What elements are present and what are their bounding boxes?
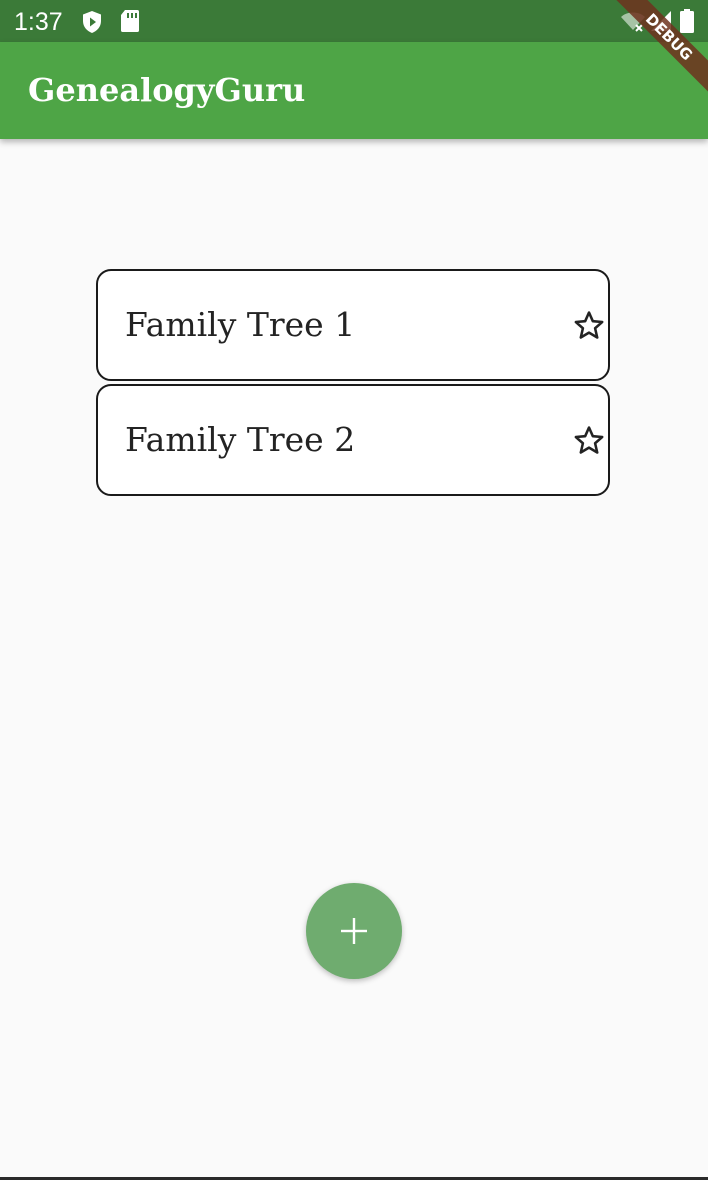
status-time: 1:37 — [14, 8, 63, 36]
wifi-off-icon — [620, 10, 646, 36]
family-tree-name: Family Tree 1 — [125, 305, 356, 344]
family-tree-list: Family Tree 1 Family Tree 2 — [0, 139, 708, 1179]
status-bar: 1:37 — [0, 0, 708, 42]
app-title: GenealogyGuru — [28, 71, 306, 109]
star-outline-icon[interactable] — [572, 309, 606, 343]
add-family-tree-button[interactable] — [306, 883, 402, 979]
star-outline-icon[interactable] — [572, 424, 606, 458]
app-bar: GenealogyGuru — [0, 42, 708, 139]
family-tree-card[interactable]: Family Tree 2 — [96, 384, 610, 496]
play-shield-icon — [80, 10, 104, 38]
signal-icon — [650, 10, 672, 36]
plus-icon — [341, 918, 367, 944]
family-tree-card[interactable]: Family Tree 1 — [96, 269, 610, 381]
family-tree-name: Family Tree 2 — [125, 420, 356, 459]
battery-icon — [680, 9, 694, 37]
sd-card-icon — [120, 10, 140, 36]
